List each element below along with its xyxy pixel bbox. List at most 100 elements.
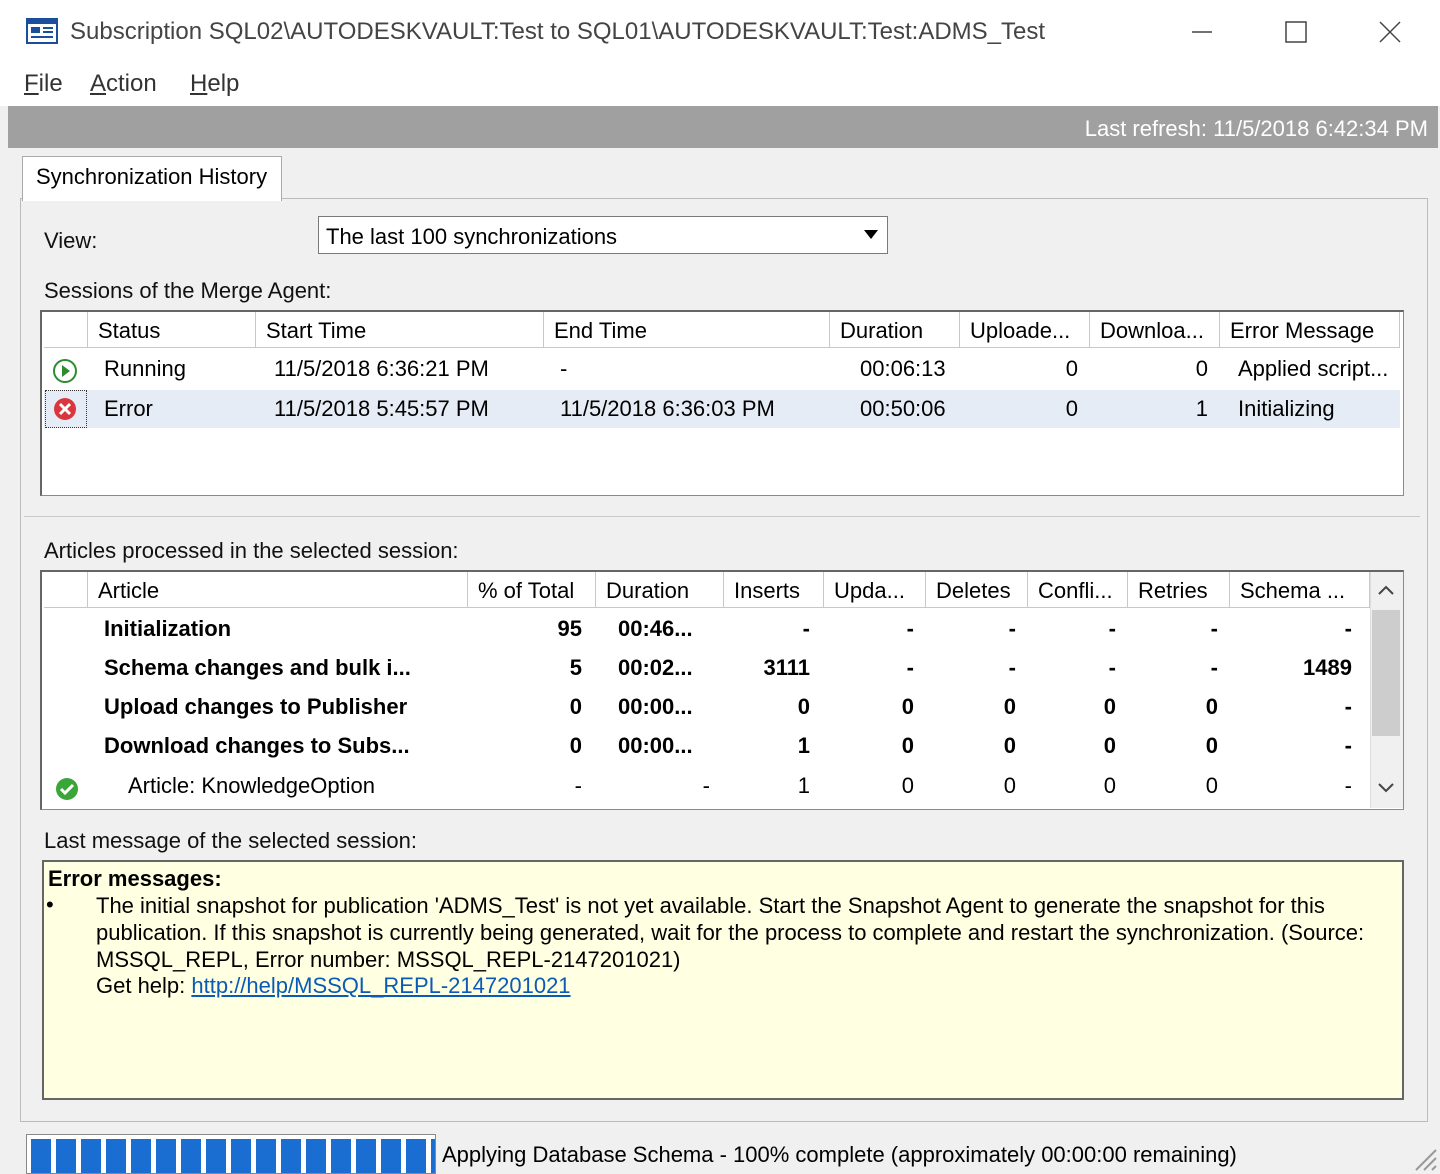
last-message-label: Last message of the selected session: xyxy=(44,828,417,853)
article-retries: - xyxy=(1210,655,1218,680)
article-inserts: 0 xyxy=(797,694,810,719)
session-end-time: 11/5/2018 6:36:03 PM xyxy=(560,396,775,421)
bullet: • xyxy=(46,892,54,917)
window-title: Subscription SQL02\AUTODESKVAULT:Test to… xyxy=(70,18,1046,45)
progress-segment xyxy=(381,1139,401,1173)
article-updates: 0 xyxy=(901,694,914,719)
column-header-conflicts[interactable]: Confli... xyxy=(1028,572,1128,608)
scrollbar-thumb[interactable] xyxy=(1372,610,1400,736)
column-header-percent-total[interactable]: % of Total xyxy=(468,572,596,608)
column-header-schema[interactable]: Schema ... xyxy=(1230,572,1370,608)
progress-status-text: Applying Database Schema - 100% complete… xyxy=(442,1142,1237,1167)
progress-segment xyxy=(356,1139,376,1173)
column-header-error-message[interactable]: Error Message xyxy=(1220,312,1400,348)
article-updates: - xyxy=(906,655,914,680)
column-header-uploaded[interactable]: Uploade... xyxy=(960,312,1090,348)
column-header-end-time[interactable]: End Time xyxy=(544,312,830,348)
progress-segment xyxy=(131,1139,151,1173)
session-status: Running xyxy=(104,356,186,381)
column-header-icon xyxy=(44,312,88,348)
progress-segment xyxy=(281,1139,301,1173)
session-duration: 00:06:13 xyxy=(860,356,946,381)
column-header-downloaded[interactable]: Downloa... xyxy=(1090,312,1220,348)
error-messages-heading: Error messages: xyxy=(48,866,222,891)
article-duration: - xyxy=(702,773,710,798)
article-conflicts: - xyxy=(1108,655,1116,680)
article-schema: 1489 xyxy=(1303,655,1352,680)
article-duration: 00:46... xyxy=(618,616,693,641)
article-percent: 95 xyxy=(557,616,582,641)
article-inserts: 1 xyxy=(797,733,810,758)
article-name: Initialization xyxy=(104,616,232,641)
view-label: View: xyxy=(44,228,98,253)
session-duration: 00:50:06 xyxy=(860,396,946,421)
column-header-start-time[interactable]: Start Time xyxy=(256,312,544,348)
help-link[interactable]: http://help/MSSQL_REPL-2147201021 xyxy=(191,973,570,998)
close-button[interactable] xyxy=(1360,10,1420,54)
session-downloaded: 1 xyxy=(1195,396,1208,421)
article-schema: - xyxy=(1344,733,1352,758)
article-conflicts: 0 xyxy=(1103,733,1116,758)
scroll-down-icon[interactable] xyxy=(1376,780,1396,796)
article-schema: - xyxy=(1344,694,1352,719)
progress-segment xyxy=(306,1139,326,1173)
article-duration: 00:02... xyxy=(618,655,693,680)
article-percent: 0 xyxy=(569,694,582,719)
column-header-inserts[interactable]: Inserts xyxy=(724,572,824,608)
scroll-up-icon[interactable] xyxy=(1376,582,1396,598)
column-header-deletes[interactable]: Deletes xyxy=(926,572,1028,608)
success-check-icon xyxy=(56,778,78,800)
get-help-line: Get help: http://help/MSSQL_REPL-2147201… xyxy=(96,973,571,999)
minimize-button[interactable] xyxy=(1172,10,1232,54)
article-updates: - xyxy=(906,616,914,641)
menu-action[interactable]: Action xyxy=(90,70,157,98)
column-header-article[interactable]: Article xyxy=(88,572,468,608)
article-name: Schema changes and bulk i... xyxy=(104,655,411,680)
progress-segment xyxy=(206,1139,226,1173)
maximize-button[interactable] xyxy=(1266,10,1326,54)
article-duration: 00:00... xyxy=(618,694,693,719)
progress-segment xyxy=(231,1139,251,1173)
sessions-label: Sessions of the Merge Agent: xyxy=(44,278,332,303)
resize-grip-icon[interactable] xyxy=(1408,1142,1438,1172)
running-icon xyxy=(53,359,77,383)
session-end-time: - xyxy=(560,356,568,381)
column-header-duration[interactable]: Duration xyxy=(596,572,724,608)
article-name: Article: KnowledgeOption xyxy=(128,773,376,798)
articles-rows: Initialization 95 00:46... - - - - - - S… xyxy=(44,610,1370,810)
session-error-message: Applied script... xyxy=(1238,356,1389,381)
progress-segment xyxy=(431,1139,435,1173)
session-start-time: 11/5/2018 6:36:21 PM xyxy=(274,356,489,381)
column-header-retries[interactable]: Retries xyxy=(1128,572,1230,608)
menu-file[interactable]: File xyxy=(24,70,63,98)
column-header-duration[interactable]: Duration xyxy=(830,312,960,348)
progress-segment xyxy=(181,1139,201,1173)
menu-help[interactable]: Help xyxy=(190,70,239,98)
column-header-updates[interactable]: Upda... xyxy=(824,572,926,608)
view-dropdown-value: The last 100 synchronizations xyxy=(326,224,618,249)
session-uploaded: 0 xyxy=(1065,396,1078,421)
article-percent: - xyxy=(574,773,582,798)
progress-segment xyxy=(406,1139,426,1173)
article-conflicts: 0 xyxy=(1103,694,1116,719)
progress-segment xyxy=(56,1139,76,1173)
progress-segment xyxy=(331,1139,351,1173)
article-name: Upload changes to Publisher xyxy=(104,694,408,719)
article-deletes: 0 xyxy=(1003,773,1016,798)
article-deletes: 0 xyxy=(1003,733,1016,758)
dropdown-arrow-icon[interactable] xyxy=(858,222,884,248)
maximize-icon xyxy=(1285,21,1307,43)
article-retries: 0 xyxy=(1205,733,1218,758)
article-name: Download changes to Subs... xyxy=(104,733,410,758)
session-status: Error xyxy=(104,396,153,421)
article-percent: 0 xyxy=(569,733,582,758)
minimize-icon xyxy=(1192,31,1212,33)
session-start-time: 11/5/2018 5:45:57 PM xyxy=(274,396,489,421)
column-header-status[interactable]: Status xyxy=(88,312,256,348)
progress-segment xyxy=(156,1139,176,1173)
article-percent: 5 xyxy=(569,655,582,680)
article-deletes: - xyxy=(1008,616,1016,641)
articles-label: Articles processed in the selected sessi… xyxy=(44,538,459,563)
error-icon xyxy=(54,398,76,420)
article-conflicts: 0 xyxy=(1103,773,1116,798)
